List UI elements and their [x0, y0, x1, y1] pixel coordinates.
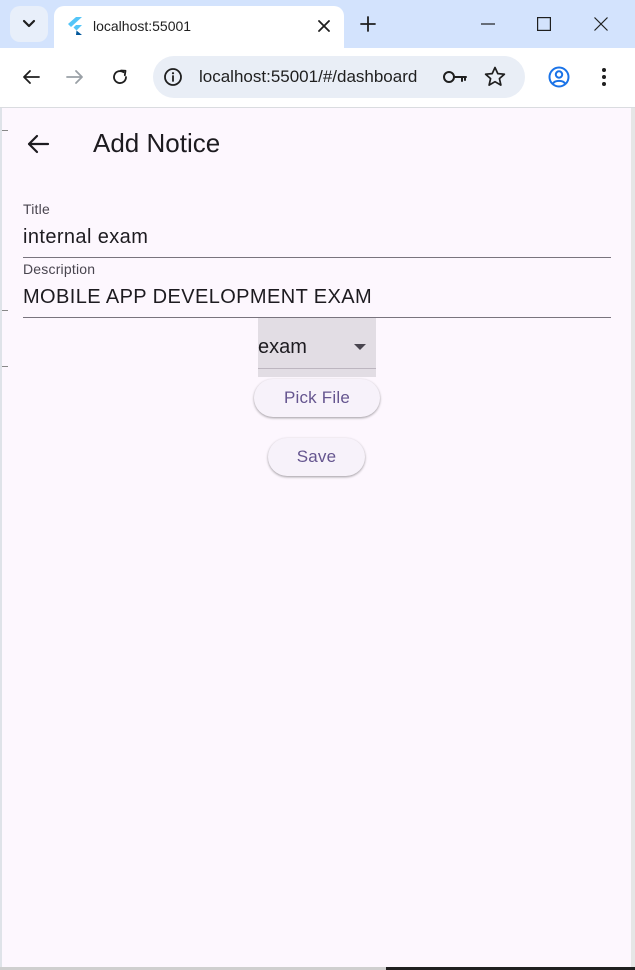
pick-file-button[interactable]: Pick File — [254, 379, 380, 417]
tab-title: localhost:55001 — [93, 18, 192, 34]
page-viewport: Add Notice Title internal exam Descripti… — [2, 108, 631, 967]
browser-menu-button[interactable] — [589, 62, 619, 92]
category-dropdown[interactable]: exam — [258, 318, 376, 377]
arrow-right-icon — [66, 70, 83, 84]
close-icon — [594, 17, 608, 31]
window-maximize-button[interactable] — [521, 6, 567, 42]
url-text: localhost:55001/#/dashboard — [199, 67, 418, 86]
account-circle-icon — [548, 66, 570, 88]
maximize-icon — [537, 17, 551, 31]
description-field[interactable]: Description MOBILE APP DEVELOPMENT EXAM — [23, 261, 611, 318]
arrow-left-icon — [23, 70, 40, 84]
underlay-divider — [2, 130, 8, 131]
window-frame-right — [631, 108, 635, 970]
tab-search-button[interactable] — [10, 6, 48, 42]
browser-tab-strip: localhost:55001 — [0, 0, 635, 48]
window-close-button[interactable] — [578, 6, 624, 42]
category-dropdown-value: exam — [258, 336, 307, 358]
page-title: Add Notice — [93, 128, 221, 158]
tab-close-button[interactable] — [314, 16, 334, 36]
flutter-icon — [68, 17, 82, 35]
window-minimize-button[interactable] — [465, 6, 511, 42]
arrow-left-icon — [27, 134, 50, 154]
info-icon — [164, 68, 182, 86]
browser-back-button[interactable] — [16, 62, 46, 92]
minimize-icon — [481, 23, 495, 25]
browser-reload-button[interactable] — [105, 62, 135, 92]
close-icon — [318, 20, 330, 32]
title-field[interactable]: Title internal exam — [23, 201, 611, 258]
underlay-divider — [2, 310, 8, 311]
back-button[interactable] — [22, 128, 54, 160]
site-info-button[interactable] — [161, 65, 185, 89]
plus-icon — [360, 16, 376, 32]
dropdown-arrow-icon — [354, 344, 366, 350]
profile-button[interactable] — [544, 62, 574, 92]
save-button[interactable]: Save — [268, 438, 365, 476]
underlay-divider — [2, 366, 8, 367]
browser-forward-button[interactable] — [60, 62, 90, 92]
reload-icon — [113, 69, 127, 84]
browser-tab[interactable]: localhost:55001 — [54, 6, 344, 48]
chevron-down-icon — [22, 19, 36, 28]
description-field-label: Description — [23, 261, 96, 277]
title-field-value[interactable]: internal exam — [23, 225, 148, 249]
bookmark-star-icon[interactable] — [483, 65, 507, 89]
title-field-label: Title — [23, 201, 50, 217]
browser-toolbar: localhost:55001/#/dashboard — [0, 48, 635, 108]
address-bar[interactable]: localhost:55001/#/dashboard — [153, 56, 525, 98]
new-tab-button[interactable] — [354, 10, 382, 38]
dropdown-underline — [258, 368, 376, 369]
more-vertical-icon — [602, 68, 606, 86]
description-field-value[interactable]: MOBILE APP DEVELOPMENT EXAM — [23, 285, 372, 309]
key-icon[interactable] — [442, 66, 468, 88]
